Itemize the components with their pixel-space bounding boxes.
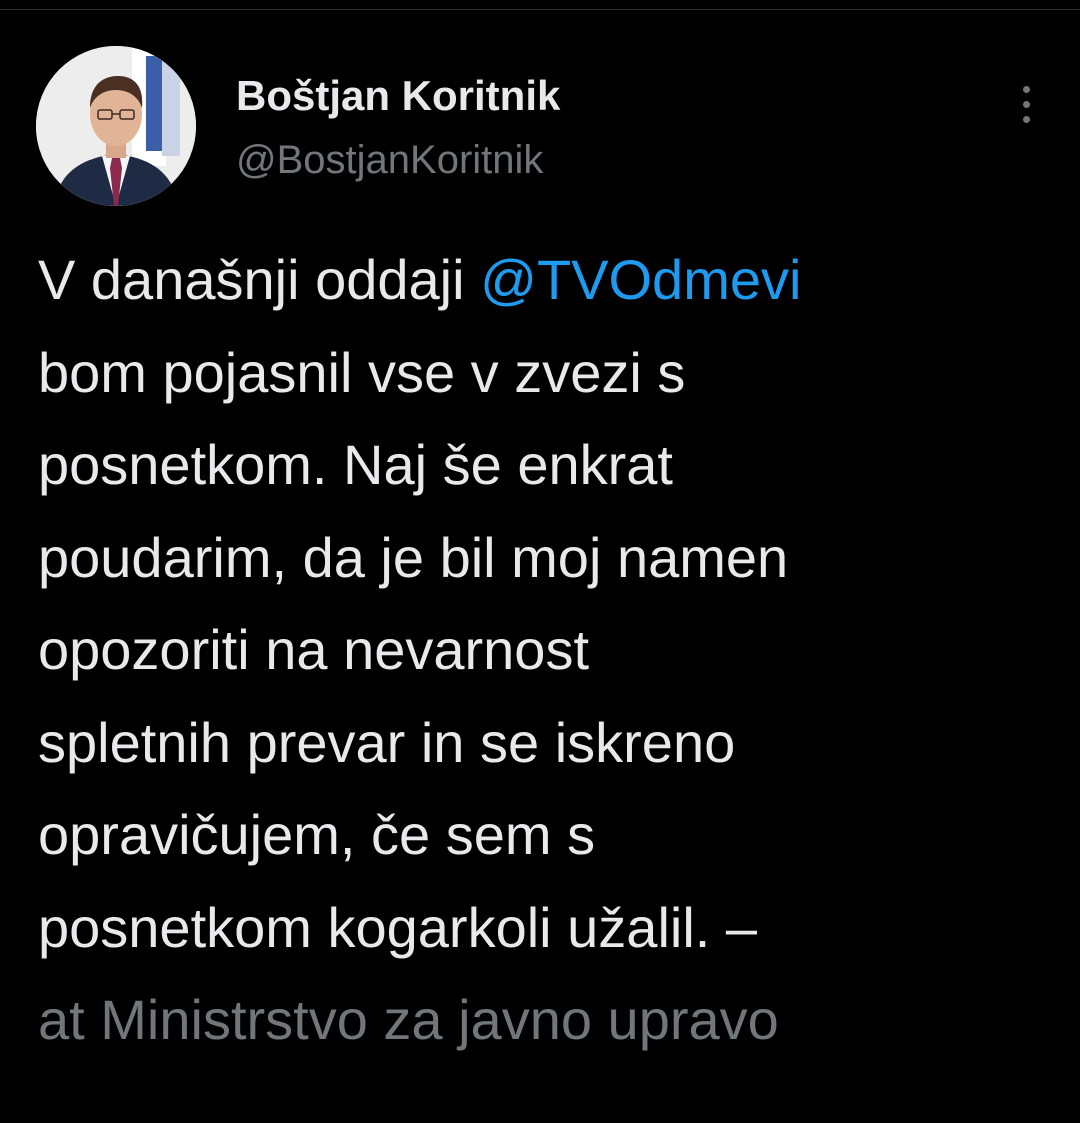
tweet-line: posnetkom kogarkoli užalil. –	[38, 895, 758, 959]
more-options-button[interactable]	[1006, 74, 1046, 134]
author-handle[interactable]: @BostjanKoritnik	[236, 132, 560, 188]
tweet-text-start: V današnji oddaji	[38, 248, 481, 311]
author-display-name[interactable]: Boštjan Koritnik	[236, 68, 560, 124]
tweet-line: V današnji oddaji @TVOdmevi	[38, 234, 1058, 327]
tweet-header: Boštjan Koritnik @BostjanKoritnik	[36, 46, 1046, 206]
mention-link[interactable]: @TVOdmevi	[480, 248, 801, 311]
author-names: Boštjan Koritnik @BostjanKoritnik	[236, 68, 560, 188]
tweet-line: opozoriti na nevarnost	[38, 618, 590, 681]
top-divider	[0, 0, 1080, 10]
tweet-line: opravičujem, če sem s	[38, 803, 596, 866]
more-vertical-icon-dot	[1022, 100, 1030, 108]
location-link[interactable]: at Ministrstvo za javno upravo	[38, 974, 1058, 1067]
tweet-text: V današnji oddaji @TVOdmevi bom pojasnil…	[38, 234, 1058, 1067]
tweet-line: poudarim, da je bil moj namen	[38, 525, 789, 589]
tweet-line: posnetkom. Naj še enkrat	[38, 433, 673, 496]
more-vertical-icon-dot	[1022, 115, 1030, 123]
more-vertical-icon	[1022, 85, 1030, 93]
tweet-line: bom pojasnil vse v zvezi s	[38, 340, 686, 404]
avatar[interactable]	[36, 46, 196, 206]
tweet-line: spletnih prevar in se iskreno	[38, 710, 736, 774]
